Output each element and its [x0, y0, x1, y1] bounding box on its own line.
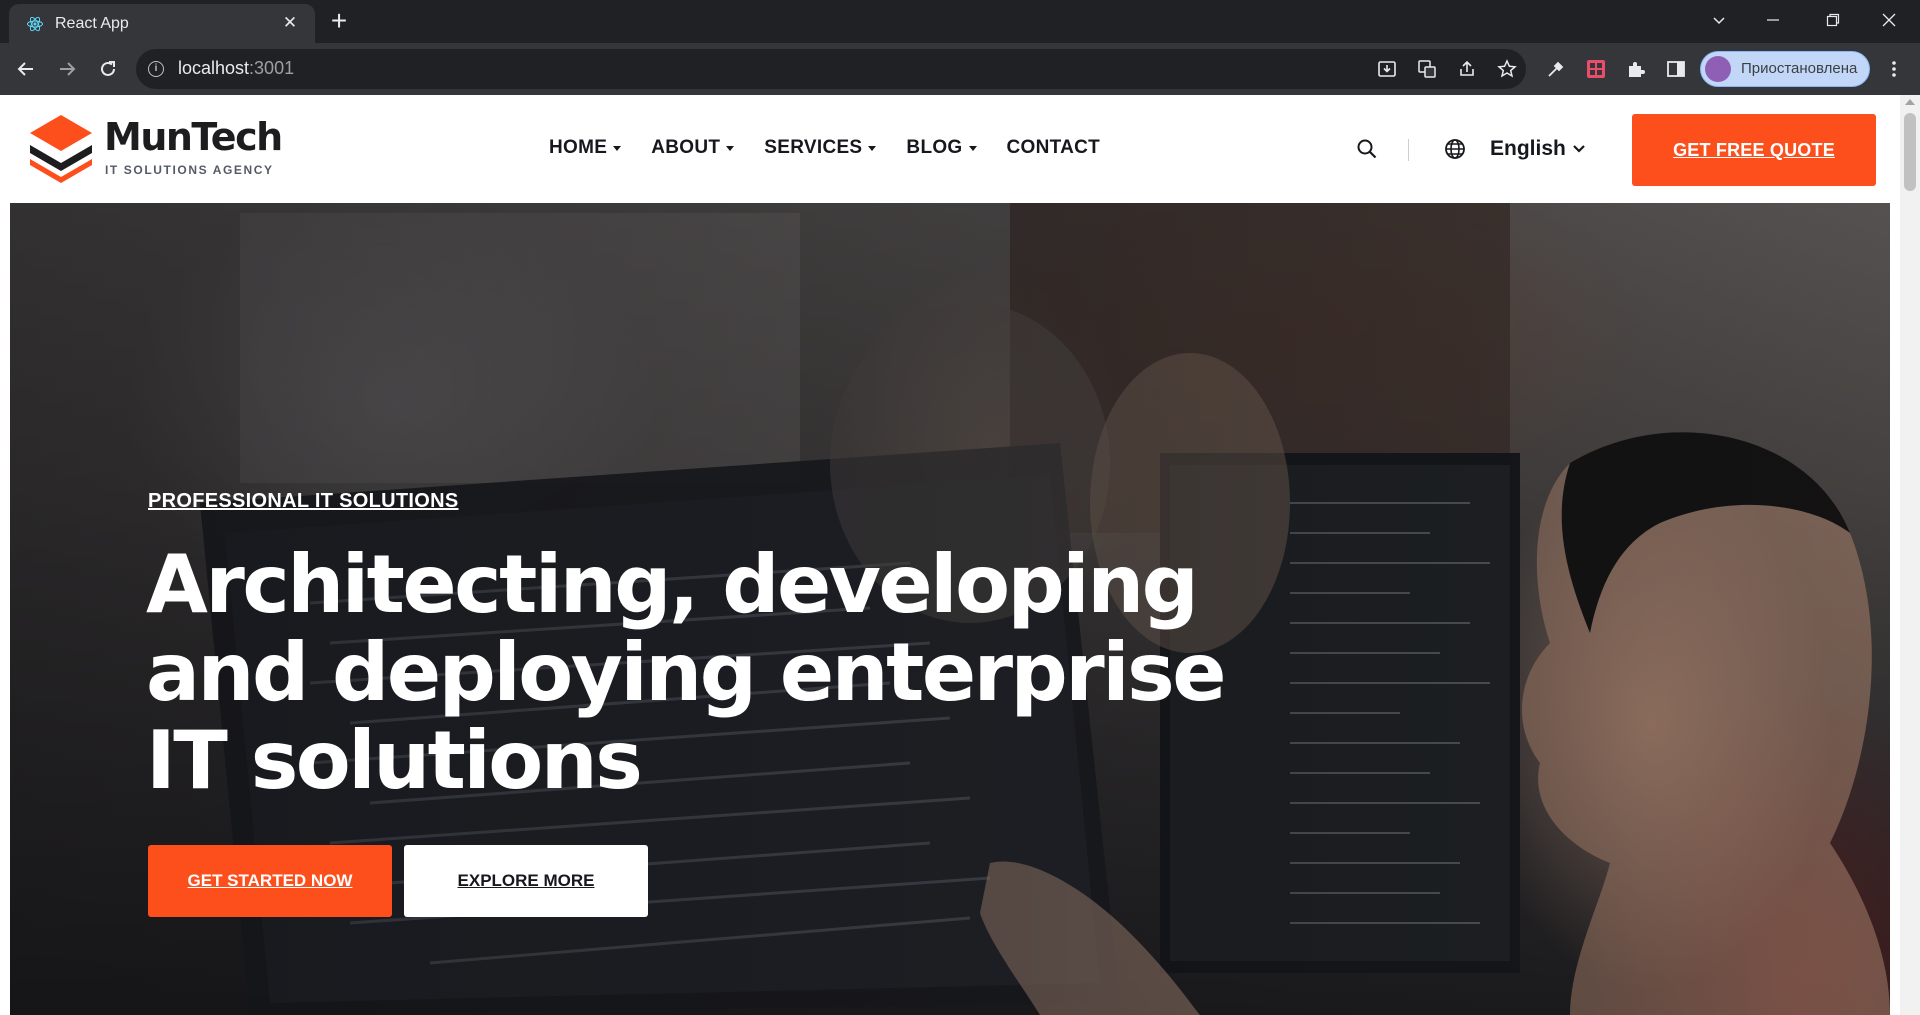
tab-search-icon[interactable]: [1696, 0, 1742, 40]
tab-title: React App: [55, 15, 129, 32]
get-free-quote-button[interactable]: GET FREE QUOTE: [1632, 114, 1876, 186]
profile-label: Приостановлена: [1741, 60, 1858, 77]
url-port: :3001: [249, 58, 295, 78]
translate-icon[interactable]: [1414, 56, 1440, 82]
nav-item-services[interactable]: SERVICES: [764, 137, 877, 159]
main-nav: HOME ABOUT SERVICES BLOG CONTACT: [549, 137, 1130, 159]
extension-grid-icon[interactable]: [1583, 56, 1609, 82]
forward-icon[interactable]: [51, 53, 83, 85]
caret-down-icon: [613, 145, 622, 151]
close-window-icon[interactable]: [1866, 0, 1912, 40]
site-header: MunTech IT SOLUTIONS AGENCY HOME ABOUT S…: [0, 95, 1900, 203]
profile-button[interactable]: Приостановлена: [1700, 51, 1870, 87]
hero-eyebrow: PROFESSIONAL IT SOLUTIONS: [148, 490, 459, 512]
logo-icon[interactable]: [28, 113, 94, 183]
menu-kebab-icon[interactable]: [1881, 56, 1907, 82]
scroll-thumb[interactable]: [1904, 113, 1916, 191]
address-bar[interactable]: [136, 49, 1526, 89]
react-favicon-icon: [27, 16, 43, 32]
logo-name[interactable]: MunTech: [104, 115, 283, 159]
hero-banner: PROFESSIONAL IT SOLUTIONS Architecting, …: [10, 203, 1890, 1015]
nav-label: HOME: [549, 137, 608, 158]
caret-down-icon: [968, 145, 977, 151]
install-icon[interactable]: [1374, 56, 1400, 82]
chevron-down-icon[interactable]: [1572, 139, 1586, 159]
share-icon[interactable]: [1454, 56, 1480, 82]
profile-avatar: [1705, 56, 1731, 82]
reload-icon[interactable]: [92, 53, 124, 85]
search-icon[interactable]: [1356, 138, 1378, 160]
nav-item-about[interactable]: ABOUT: [651, 137, 735, 159]
url-host: localhost: [178, 58, 250, 78]
scroll-up-icon[interactable]: [1905, 99, 1915, 105]
tab-close-icon[interactable]: ✕: [280, 13, 300, 33]
logo-tagline: IT SOLUTIONS AGENCY: [105, 163, 274, 177]
hero-title-line: IT solutions: [146, 714, 643, 807]
url-text[interactable]: localhost:3001: [178, 58, 294, 79]
caret-down-icon: [868, 145, 877, 151]
browser-toolbar: i localhost:3001 Приостановлена: [0, 43, 1920, 95]
new-tab-button[interactable]: +: [325, 7, 353, 36]
site-info-icon[interactable]: i: [148, 61, 164, 77]
hero-title: Architecting, developing and deploying e…: [146, 538, 1227, 807]
globe-icon[interactable]: [1444, 138, 1466, 160]
minimize-icon[interactable]: [1750, 0, 1796, 40]
caret-down-icon: [726, 145, 735, 151]
nav-label: SERVICES: [764, 137, 863, 158]
explore-more-button[interactable]: EXPLORE MORE: [404, 845, 648, 917]
restore-icon[interactable]: [1810, 0, 1856, 40]
hero-title-line: Architecting, developing: [146, 538, 1199, 631]
back-icon[interactable]: [10, 53, 42, 85]
eyedropper-icon[interactable]: [1543, 56, 1569, 82]
language-selector[interactable]: English: [1490, 137, 1566, 161]
nav-label: ABOUT: [651, 137, 721, 158]
nav-item-blog[interactable]: BLOG: [906, 137, 977, 159]
nav-label: BLOG: [906, 137, 963, 158]
web-page: MunTech IT SOLUTIONS AGENCY HOME ABOUT S…: [0, 95, 1920, 1015]
nav-item-contact[interactable]: CONTACT: [1007, 137, 1101, 159]
nav-label: CONTACT: [1006, 137, 1101, 158]
page-scrollbar[interactable]: [1900, 95, 1920, 1015]
header-divider: [1408, 139, 1409, 161]
puzzle-icon[interactable]: [1623, 56, 1649, 82]
browser-tabstrip: React App ✕ +: [0, 0, 1920, 43]
bookmark-star-icon[interactable]: [1494, 56, 1520, 82]
nav-item-home[interactable]: HOME: [549, 137, 622, 159]
browser-tab[interactable]: React App ✕: [9, 4, 315, 43]
get-started-button[interactable]: GET STARTED NOW: [148, 845, 392, 917]
side-panel-icon[interactable]: [1663, 56, 1689, 82]
hero-title-line: and deploying enterprise: [146, 626, 1227, 719]
